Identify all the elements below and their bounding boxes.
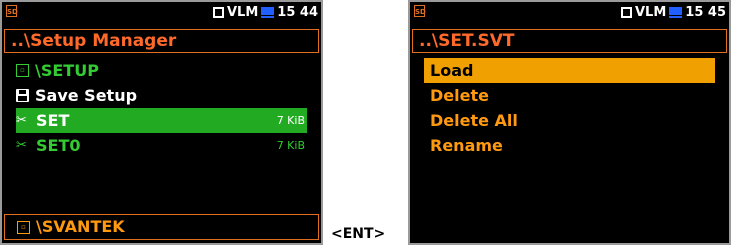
current-path-bar: ▫ \SVANTEK: [4, 214, 319, 240]
enter-key-hint: <ENT>: [331, 226, 386, 242]
mode-label: VLM: [635, 4, 667, 20]
sd-card-icon: SD: [6, 5, 18, 17]
menu-item-delete-all[interactable]: Delete All: [424, 108, 715, 133]
list-item-label: SET0: [36, 136, 81, 155]
wrench-icon: ✂: [16, 113, 27, 128]
clock-time: 15 45: [685, 4, 726, 20]
list-item-label: \SETUP: [35, 61, 99, 80]
monitor-icon: [261, 6, 275, 18]
menu-item-label: Delete All: [430, 111, 518, 130]
file-size: 7 KiB: [276, 114, 305, 127]
page-title: ..\SET.SVT: [412, 29, 727, 53]
status-bar: SD VLM 15 45: [410, 2, 729, 22]
clock-time: 15 44: [277, 4, 318, 20]
sd-card-icon: SD: [414, 5, 426, 17]
list-item-label: Save Setup: [35, 86, 138, 105]
list-item-save-setup[interactable]: Save Setup: [16, 83, 307, 108]
menu-item-label: Rename: [430, 136, 503, 155]
path-label-row: ▫ \SVANTEK: [17, 215, 125, 239]
mode-label: VLM: [227, 4, 259, 20]
page-title: ..\Setup Manager: [4, 29, 319, 53]
menu-item-rename[interactable]: Rename: [424, 133, 715, 158]
list-item-setup-folder[interactable]: ▫ \SETUP: [16, 58, 307, 83]
floppy-icon: [16, 89, 29, 102]
status-bar: SD VLM 15 44: [2, 2, 321, 22]
card-icon: ▫: [17, 220, 30, 234]
setup-manager-screen: SD VLM 15 44 ..\Setup Manager ▫ \SETUP S…: [0, 0, 323, 245]
path-label: \SVANTEK: [36, 217, 125, 236]
menu-item-delete[interactable]: Delete: [424, 83, 715, 108]
list-item-set0-file[interactable]: ✂ SET0 7 KiB: [16, 133, 307, 158]
stop-square-icon: [621, 6, 632, 18]
monitor-icon: [669, 6, 683, 18]
file-size: 7 KiB: [276, 139, 305, 152]
stop-square-icon: [213, 6, 224, 18]
status-indicators: VLM 15 44: [213, 2, 318, 22]
menu-item-label: Load: [430, 61, 474, 80]
wrench-icon: ✂: [16, 138, 27, 153]
list-item-label: SET: [36, 111, 70, 130]
status-indicators: VLM 15 45: [621, 2, 726, 22]
list-item-set-file[interactable]: ✂ SET 7 KiB: [16, 108, 307, 133]
menu-item-label: Delete: [430, 86, 489, 105]
file-options-menu: Load Delete Delete All Rename: [424, 58, 715, 158]
menu-item-load[interactable]: Load: [424, 58, 715, 83]
card-icon: ▫: [16, 64, 29, 77]
setup-file-list: ▫ \SETUP Save Setup ✂ SET 7 KiB ✂ SET0 7…: [16, 58, 307, 158]
file-options-screen: SD VLM 15 45 ..\SET.SVT Load Delete Dele…: [408, 0, 731, 245]
